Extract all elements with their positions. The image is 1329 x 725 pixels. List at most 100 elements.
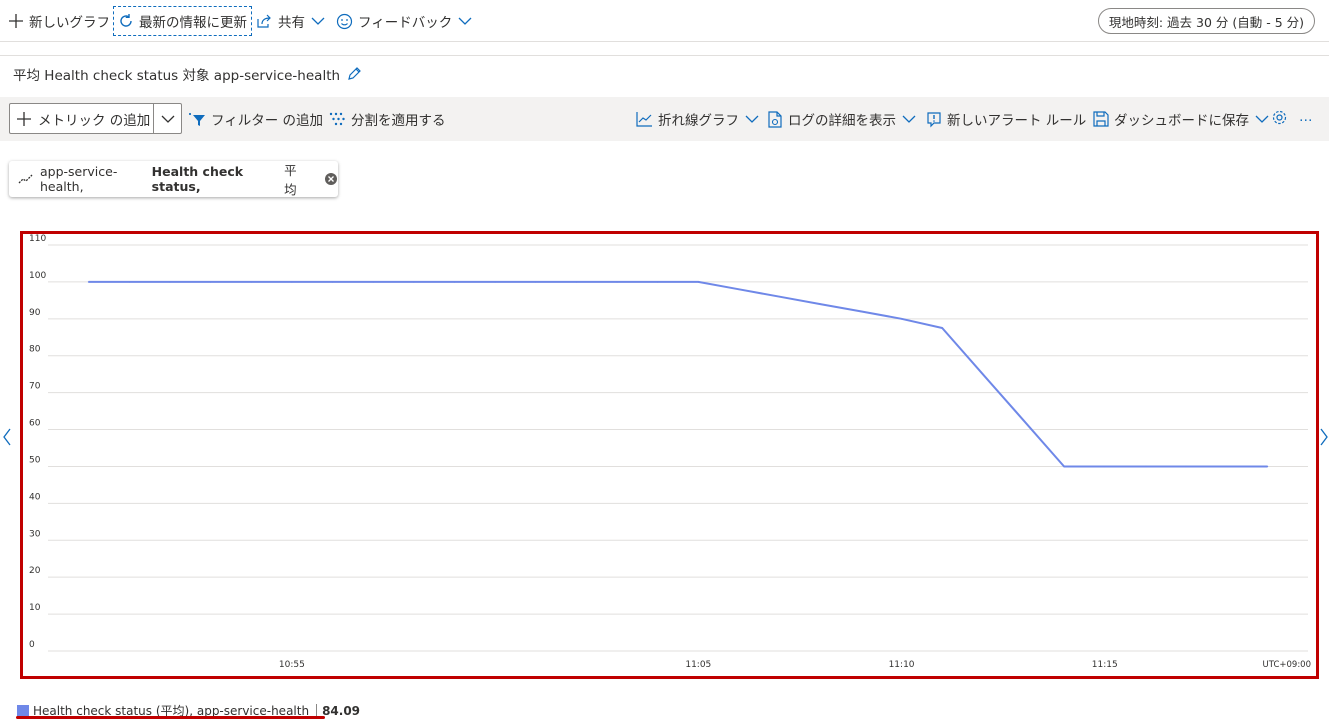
add-metric-split-button: メトリック の追加 [9,103,182,134]
more-button[interactable]: … [1299,109,1313,125]
data-point [494,281,496,283]
x-tick-label: 10:55 [279,660,305,670]
chevron-down-icon [310,15,326,27]
plus-icon [16,111,32,127]
data-point [453,281,456,283]
add-filter-label: フィルター の追加 [211,113,324,129]
add-metric-button[interactable]: メトリック の追加 [10,104,153,133]
time-range-picker[interactable]: 現地時刻: 過去 30 分 (自動 - 5 分) [1097,8,1315,34]
feedback-label: フィードバック [358,15,453,31]
data-point [413,281,415,283]
y-tick-label: 80 [29,345,41,355]
data-point [291,281,293,283]
data-point [860,310,862,313]
data-point [900,318,903,320]
command-bar: 新しいグラフ 最新の情報に更新 共有 フィードバック 現地時刻: 過去 30 分… [0,0,1329,42]
feedback-button[interactable]: フィードバック [336,9,473,33]
plus-icon [8,13,24,29]
line-chart: 0 10 20 30 40 50 60 70 80 90 100 110 10:55 11:05 11:10… [29,234,1311,670]
data-point [738,288,740,291]
data-point [778,295,781,298]
data-point [575,281,578,283]
data-point [1144,465,1147,468]
data-point [209,281,212,283]
legend-highlight-underline [16,716,325,719]
chart-title-text: 平均 Health check status 対象 app-service-he… [13,68,341,84]
apply-split-button[interactable]: 分割を適用する [329,109,446,129]
filter-icon [188,111,206,127]
data-point [128,281,131,283]
time-range-label: 現地時刻: 過去 30 分 (自動 - 5 分) [1108,14,1304,30]
y-tick-label: 50 [29,455,41,465]
split-icon [329,111,346,127]
data-point [1225,465,1228,468]
line-chart-icon [636,111,653,127]
add-metric-dropdown[interactable] [153,104,181,133]
chart-title: 平均 Health check status 対象 app-service-he… [13,64,362,84]
data-point [250,281,253,283]
data-point [169,281,171,283]
y-tick-label: 100 [29,271,46,281]
settings-button[interactable] [1271,109,1288,126]
new-chart-label: 新しいグラフ [29,15,110,31]
x-tick-label: 11:10 [889,660,915,670]
edit-pencil-icon[interactable] [346,66,362,82]
x-tick-label: 11:15 [1092,660,1118,670]
more-label: … [1299,109,1313,125]
add-filter-button[interactable]: フィルター の追加 [188,109,323,129]
metric-line-icon [18,173,34,185]
share-button[interactable]: 共有 [256,9,326,33]
y-tick-label: 90 [29,308,41,318]
y-tick-label: 0 [29,640,35,650]
chevron-down-icon [744,113,760,125]
metric-aggregation: 平均 [284,163,297,197]
metric-pill[interactable]: app-service-health, Health check status,… [9,161,338,197]
y-tick-label: 110 [29,234,46,244]
line-chart-button[interactable]: 折れ線グラフ [636,109,760,129]
data-point [87,281,90,283]
data-point [372,281,374,283]
apply-split-label: 分割を適用する [351,113,446,129]
chevron-down-icon [457,15,473,27]
new-chart-button[interactable]: 新しいグラフ [8,9,110,33]
chevron-down-icon [901,113,917,125]
new-alert-rule-label: 新しいアラート ルール [947,113,1087,129]
save-to-dashboard-label: ダッシュボードに保存 [1114,113,1249,129]
chevron-right-icon[interactable] [1319,428,1329,446]
data-point [697,281,700,283]
chart-highlight-frame: 0 10 20 30 40 50 60 70 80 90 100 110 10:55 11:05 11:10… [20,231,1319,679]
series-line [88,280,1268,468]
data-point [819,303,822,305]
alert-icon [926,111,942,128]
data-point [534,281,537,283]
refresh-icon [118,13,134,29]
data-point [656,281,659,283]
save-icon [1093,111,1109,127]
smiley-icon [336,13,353,30]
chevron-left-icon[interactable] [2,428,12,446]
y-tick-label: 10 [29,603,41,613]
refresh-label: 最新の情報に更新 [139,15,247,31]
y-tick-label: 30 [29,529,41,539]
new-alert-rule-button[interactable]: 新しいアラート ルール [926,109,1086,129]
data-point [331,281,334,283]
divider [0,55,1329,56]
log-details-button[interactable]: ログの詳細を表示 [767,109,917,129]
y-tick-label: 20 [29,566,41,576]
add-metric-label: メトリック の追加 [38,112,151,129]
divider [0,41,1329,42]
log-details-label: ログの詳細を表示 [788,113,896,129]
y-tick-label: 70 [29,382,41,392]
refresh-button[interactable]: 最新の情報に更新 [113,6,252,36]
share-icon [256,13,273,29]
chart-toolbar: メトリック の追加 フィルター の追加 分割を適用する 折れ線グラフ ログの詳細… [0,97,1329,141]
save-to-dashboard-button[interactable]: ダッシュボードに保存 [1093,109,1270,129]
line-chart-label: 折れ線グラフ [658,113,739,129]
x-tick-label: 11:05 [685,660,711,670]
data-point [982,373,984,375]
data-point [1063,465,1065,468]
chevron-down-icon [1254,113,1270,125]
metric-name: Health check status, [151,164,244,194]
close-icon[interactable] [324,172,338,186]
log-document-icon [767,110,783,128]
